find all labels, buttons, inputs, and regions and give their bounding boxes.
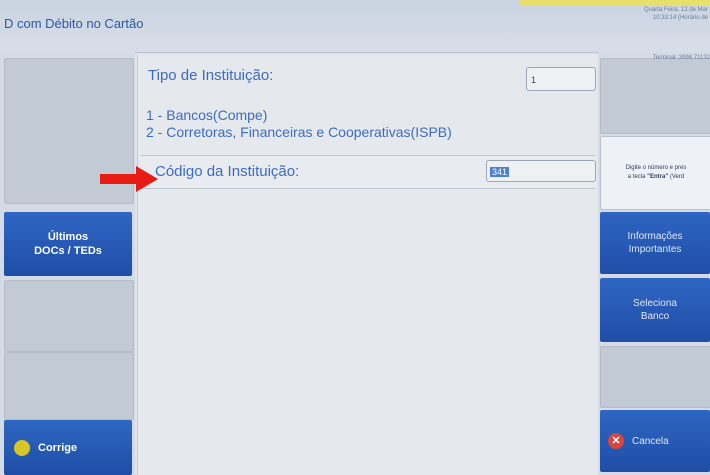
institution-code-row: Código da Instituição: 341	[141, 155, 596, 189]
correct-button[interactable]: Corrige	[4, 420, 132, 475]
atm-screen: D com Débito no Cartão Quarta Feira, 12 …	[0, 0, 710, 475]
left-button-column: Últimos DOCs / TEDs Corrige	[0, 52, 135, 475]
option-1-text: 1 - Bancos(Compe)	[146, 107, 268, 123]
form-panel: Tipo de Instituição: 1 1 - Bancos(Compe)…	[137, 55, 599, 475]
history-button[interactable]: Últimos DOCs / TEDs	[4, 212, 132, 276]
left-slot-3	[4, 280, 134, 352]
cancel-icon: ✕	[608, 433, 624, 449]
select-bank-button[interactable]: Seleciona Banco	[600, 278, 710, 342]
date-time-display: Quarta Feira, 12 de Mar 10:33:14 (Horári…	[644, 6, 708, 22]
institution-type-label: Tipo de Instituição:	[148, 67, 274, 84]
correct-icon	[14, 439, 30, 456]
institution-code-input[interactable]: 341	[486, 160, 596, 182]
time-text: 10:33:14 (Horário de	[652, 15, 708, 21]
right-slot-5	[600, 346, 710, 408]
instruction-hint: Digite o número e pres a tecla "Entra" (…	[600, 136, 710, 210]
right-slot-1	[600, 58, 710, 134]
info-button[interactable]: Informações Importantes	[600, 212, 710, 274]
hint-line-2: a tecla "Entra" (Verd	[627, 174, 685, 180]
left-slot-4	[4, 352, 134, 420]
option-2-text: 2 - Corretoras, Financeiras e Cooperativ…	[146, 124, 452, 140]
hint-line-1: Digite o número e pres	[625, 165, 687, 171]
screen-title: D com Débito no Cartão	[4, 16, 144, 31]
institution-code-label: Código da Instituição:	[155, 163, 300, 180]
red-arrow-icon	[100, 166, 158, 192]
cancel-button-label: Cancela	[632, 435, 669, 447]
institution-type-input[interactable]: 1	[526, 67, 596, 91]
title-bar: D com Débito no Cartão Quarta Feira, 12 …	[0, 0, 710, 53]
cancel-button[interactable]: ✕ Cancela	[600, 410, 710, 472]
right-button-column: Digite o número e pres a tecla "Entra" (…	[598, 52, 710, 475]
institution-code-value: 341	[490, 167, 510, 177]
date-text: Quarta Feira, 12 de Mar	[643, 7, 708, 13]
terminal-id: Terminal: 3998.71132	[652, 55, 710, 61]
correct-button-label: Corrige	[38, 441, 78, 454]
